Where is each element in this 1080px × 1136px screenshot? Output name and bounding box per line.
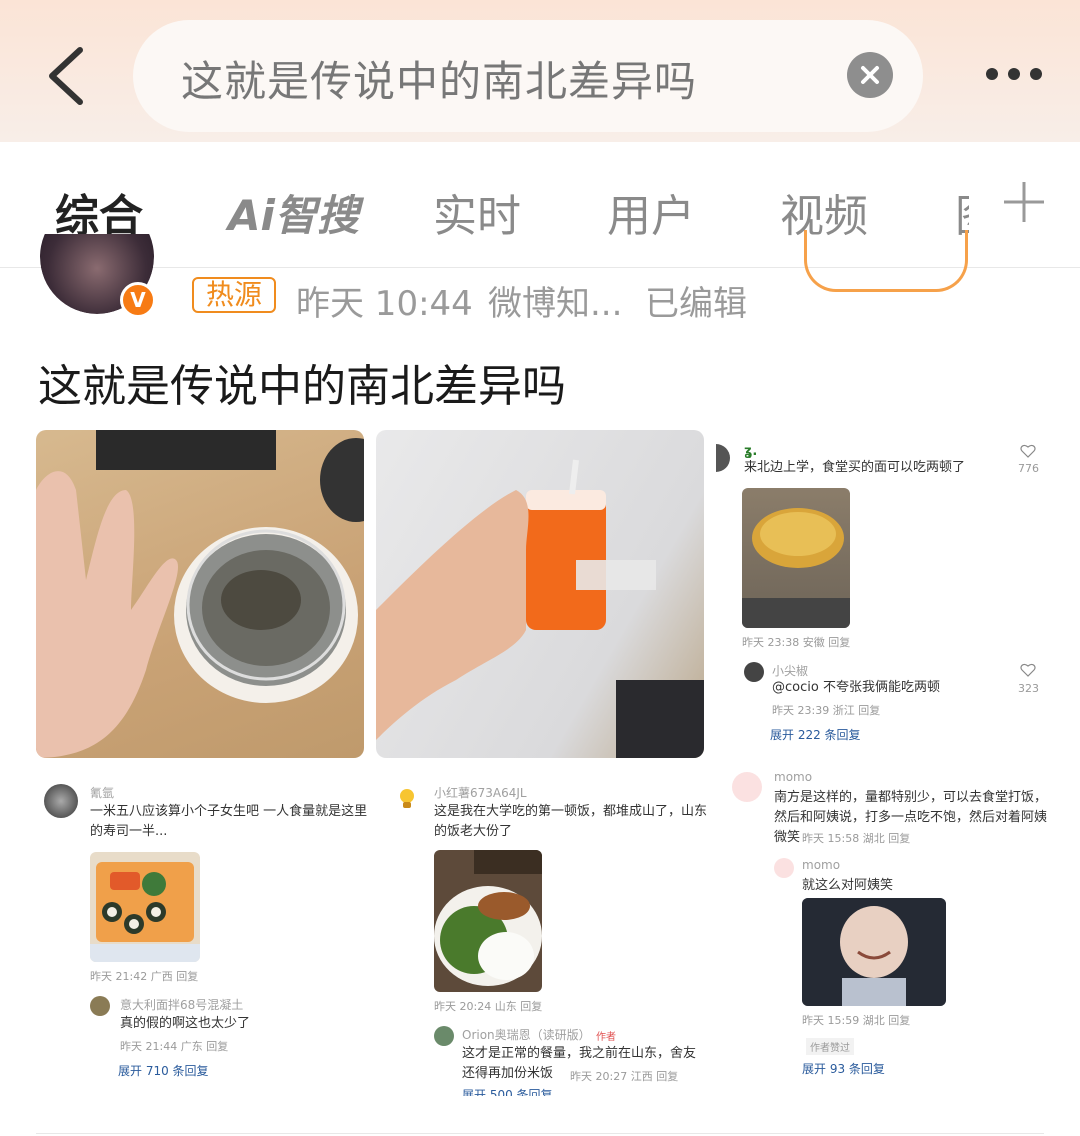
comment-text: 的饭老大份了	[434, 824, 513, 839]
author-tag: 作者	[596, 1032, 616, 1043]
comment-text: 然后和阿姨说，打多一点吃不饱，然后对着阿姨	[774, 810, 1048, 825]
rice-meal-photo[interactable]	[434, 850, 542, 992]
search-input[interactable]: 这就是传说中的南北差异吗	[181, 48, 697, 109]
comment-screenshot-2: 小红薯673A64JL 这是我在大学吃的第一顿饭，都堆成山了，山东 的饭老大份了…	[390, 770, 710, 1096]
lightbulb-icon	[400, 789, 414, 808]
comment-time: 昨天 20:24 山东 回复	[434, 1000, 543, 1013]
add-tab-icon[interactable]	[1000, 178, 1048, 226]
author-liked-tag: 作者赞过	[806, 1038, 854, 1055]
expand-replies-link[interactable]: 展开 222 条回复	[770, 726, 861, 743]
comment-screenshot-1: 氰氩 一米五八应该算小个子女生吧 一人食量就是这里 的寿司一半... 昨天 21…	[36, 770, 372, 1090]
reply-author[interactable]: 小尖椒	[772, 662, 808, 679]
reply-time: 昨天 15:59 湖北 回复	[802, 1014, 911, 1027]
noodle-photo[interactable]	[742, 488, 850, 628]
verified-badge-icon: V	[120, 282, 156, 318]
comment-text: 的寿司一半...	[90, 824, 168, 839]
expand-replies-link[interactable]: 展开 500 条回复	[462, 1086, 553, 1096]
comment-text: 这是我在大学吃的第一顿饭，都堆成山了，山东	[434, 804, 708, 819]
hand-bowl-photo	[36, 430, 364, 758]
comment-time: 昨天 15:58 湖北 回复	[802, 832, 911, 845]
reply-author[interactable]: momo	[802, 858, 840, 872]
reply-text: 真的假的啊这也太少了	[120, 1016, 251, 1031]
reply-text: 这才是正常的餐量，我之前在山东，舍友	[462, 1046, 697, 1061]
reply-text: 还得再加份米饭	[462, 1066, 554, 1081]
comment-screenshot-3: momo 南方是这样的，量都特别少，可以去食堂打饭， 然后和阿姨说，打多一点吃不…	[726, 764, 1056, 1084]
follow-button[interactable]	[804, 230, 968, 292]
post-source: 微博知...	[488, 284, 623, 324]
comment-text: 微笑	[774, 830, 801, 845]
clear-search-button[interactable]	[847, 52, 893, 98]
like-count: 776	[1018, 462, 1039, 475]
back-arrow-icon[interactable]	[40, 44, 90, 108]
comment-text: 一米五八应该算小个子女生吧 一人食量就是这里	[90, 804, 368, 819]
tab-ai-search[interactable]: Ai智搜	[228, 182, 359, 243]
hot-source-tag: 热源	[192, 277, 276, 313]
heart-icon[interactable]	[1020, 444, 1036, 458]
smiling-face-photo[interactable]	[802, 898, 946, 1006]
hand-cup-photo	[376, 459, 704, 758]
post-image-2[interactable]	[376, 430, 704, 758]
reply-time: 昨天 21:44 广东 回复	[120, 1040, 229, 1053]
comment-text: 来北边上学，食堂买的面可以吃两顿了	[744, 460, 966, 475]
more-options-icon[interactable]	[980, 60, 1060, 90]
reply-author[interactable]: 意大利面拌68号混凝土	[120, 996, 243, 1013]
comment-author[interactable]: 氰氩	[90, 784, 114, 801]
like-count: 323	[1018, 682, 1039, 695]
post-image-3[interactable]: ʓ. 来北边上学，食堂买的面可以吃两顿了 776 昨天 23:38 安徽 回复 …	[716, 430, 1080, 758]
close-icon	[861, 66, 879, 84]
tab-realtime[interactable]: 实时	[433, 180, 521, 244]
comment-text: 南方是这样的，量都特别少，可以去食堂打饭，	[774, 790, 1048, 805]
comment-time: 昨天 23:38 安徽 回复	[742, 636, 851, 649]
reply-time: 昨天 20:27 江西 回复	[570, 1070, 679, 1083]
reply-text: @cocio 不夸张我俩能吃两顿	[772, 680, 940, 695]
divider	[36, 1133, 1044, 1134]
comment-author[interactable]: momo	[774, 770, 812, 784]
top-bar: 这就是传说中的南北差异吗	[0, 0, 1080, 142]
comment-time: 昨天 21:42 广西 回复	[90, 970, 199, 983]
heart-icon[interactable]	[1020, 663, 1036, 677]
reply-author[interactable]: Orion奥瑞恩（读研版）	[462, 1026, 591, 1043]
post-edited: 已编辑	[645, 284, 747, 324]
comment-author[interactable]: 小红薯673A64JL	[434, 784, 527, 801]
search-box[interactable]: 这就是传说中的南北差异吗	[133, 20, 923, 132]
reply-text: 就这么对阿姨笑	[802, 878, 894, 893]
post-time: 昨天 10:44	[296, 284, 473, 324]
expand-replies-link[interactable]: 展开 710 条回复	[118, 1062, 209, 1079]
post-title: 这就是传说中的南北差异吗	[38, 361, 566, 412]
tab-users[interactable]: 用户	[607, 180, 695, 244]
sushi-photo[interactable]	[90, 852, 200, 962]
expand-replies-link[interactable]: 展开 93 条回复	[802, 1060, 885, 1077]
post-image-1[interactable]	[36, 430, 364, 758]
reply-time: 昨天 23:39 浙江 回复	[772, 704, 881, 717]
